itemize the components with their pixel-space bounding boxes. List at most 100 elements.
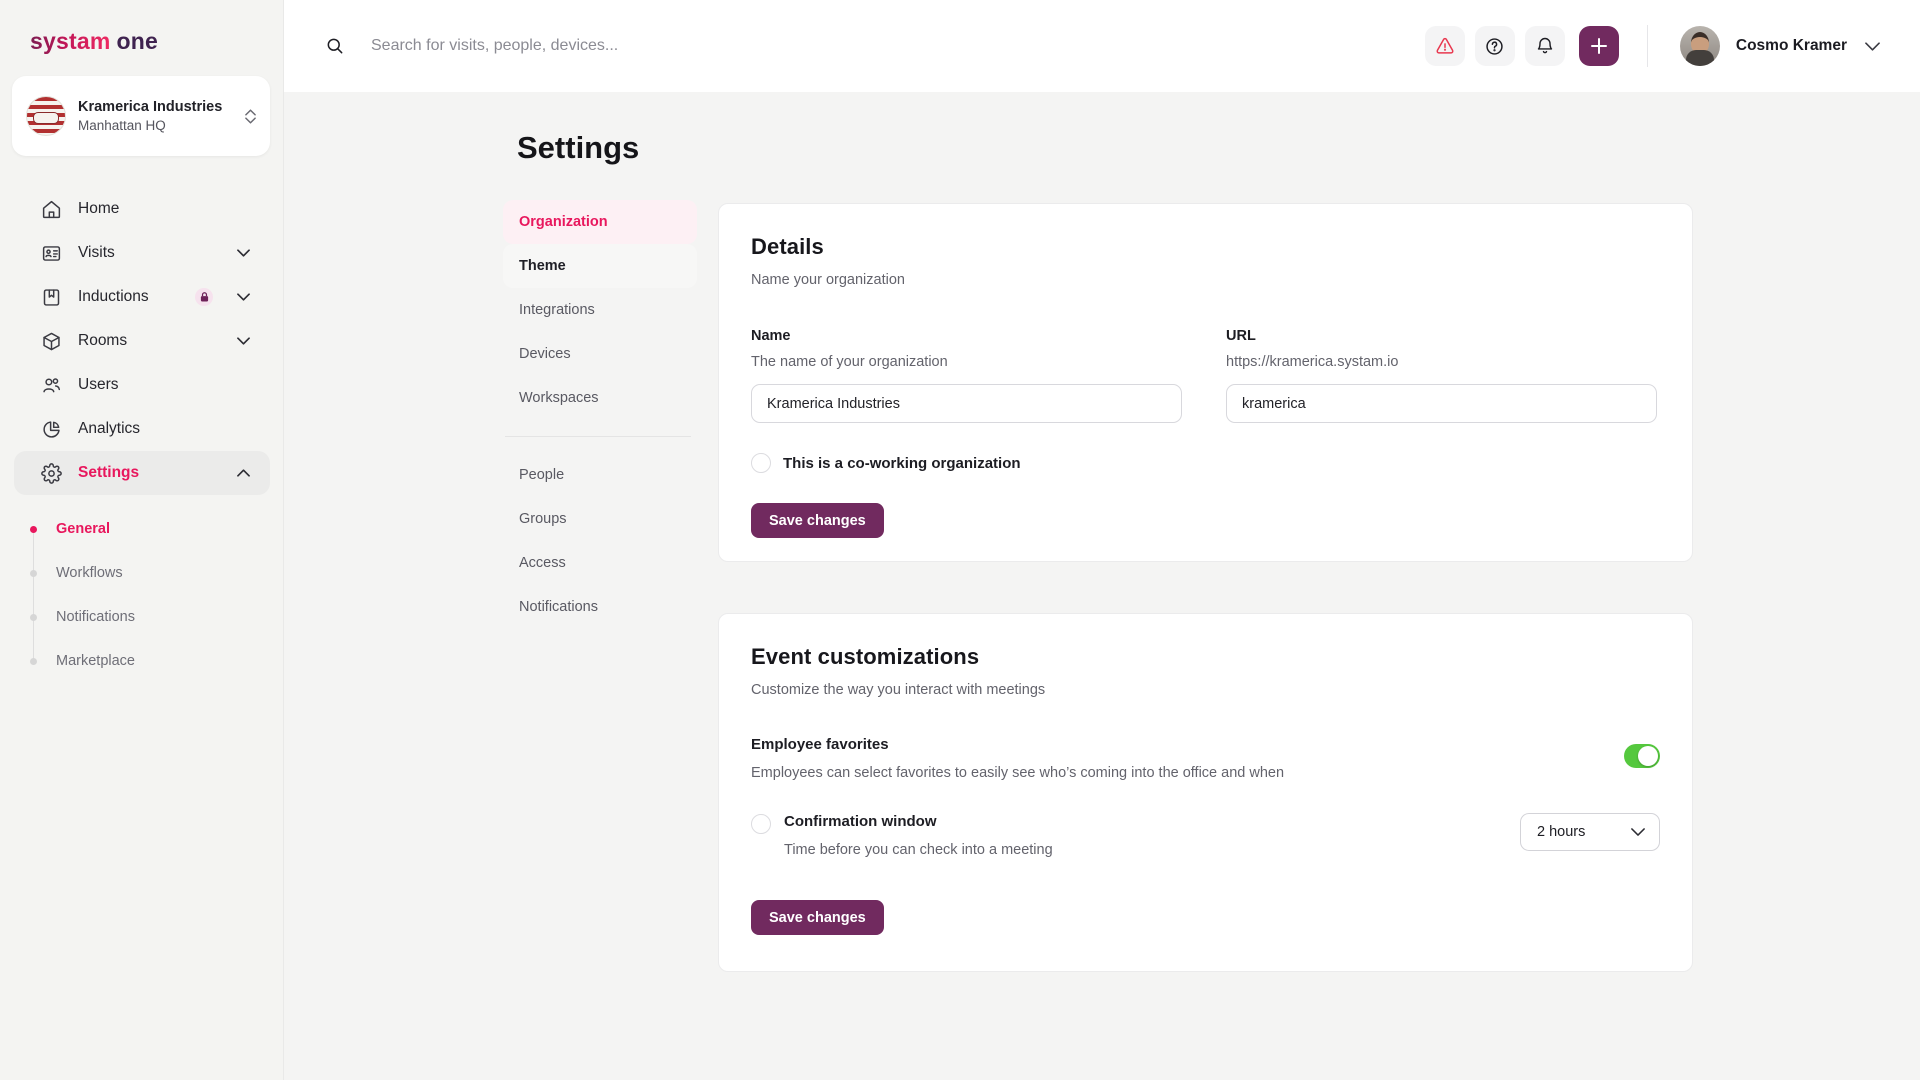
sidebar-item-rooms[interactable]: Rooms	[14, 319, 270, 363]
settings-tab-theme[interactable]: Theme	[503, 244, 697, 288]
visits-icon	[40, 242, 62, 264]
confirmation-window-text: Confirmation window Time before you can …	[784, 813, 1053, 858]
alerts-button[interactable]	[1425, 26, 1465, 66]
settings-tab-people[interactable]: People	[503, 453, 697, 497]
settings-tab-label: Theme	[519, 258, 566, 274]
sidebar-subitem-notifications[interactable]: Notifications	[0, 595, 284, 639]
sidebar-nav: Home Visits Inductions	[0, 187, 284, 495]
confirmation-window-row: Confirmation window Time before you can …	[751, 813, 1660, 858]
chevron-up-icon	[237, 469, 250, 477]
sidebar-item-label: Settings	[78, 464, 221, 482]
confirmation-window-help: Time before you can check into a meeting	[784, 842, 1053, 858]
main-content: Settings Organization Theme Integrations…	[284, 92, 1920, 1080]
sidebar-item-label: Home	[78, 200, 250, 218]
sidebar-item-settings[interactable]: Settings	[14, 451, 270, 495]
chevron-down-icon	[237, 293, 250, 301]
org-url-label: URL	[1226, 328, 1657, 344]
sidebar-item-analytics[interactable]: Analytics	[14, 407, 270, 451]
plus-icon	[1590, 37, 1608, 55]
settings-tab-label: Workspaces	[519, 390, 599, 406]
sidebar-subitem-marketplace[interactable]: Marketplace	[0, 639, 284, 683]
chevron-down-icon	[1865, 42, 1880, 51]
bullet-icon	[30, 526, 37, 533]
topbar-divider	[1647, 25, 1648, 67]
bullet-icon	[30, 570, 37, 577]
user-name: Cosmo Kramer	[1736, 37, 1847, 55]
sidebar-subitem-general[interactable]: General	[0, 507, 284, 551]
confirmation-window-select[interactable]: 2 hours	[1520, 813, 1660, 851]
details-save-button[interactable]: Save changes	[751, 503, 884, 538]
sidebar-subitem-label: Workflows	[56, 565, 123, 581]
confirmation-window-checkbox[interactable]	[751, 814, 771, 834]
search-icon	[325, 36, 345, 56]
sidebar-subitem-workflows[interactable]: Workflows	[0, 551, 284, 595]
sidebar-subitem-label: General	[56, 521, 110, 537]
settings-tab-organization[interactable]: Organization	[503, 200, 697, 244]
settings-tab-notifications[interactable]: Notifications	[503, 585, 697, 629]
chevron-down-icon	[1631, 828, 1645, 836]
app-window: systamone Kramerica Industries Manhattan…	[0, 0, 1920, 1080]
sidebar-item-label: Analytics	[78, 420, 250, 438]
organization-name: Kramerica Industries	[78, 99, 233, 115]
brand-logo-systam: systam	[30, 28, 110, 54]
settings-nav: Organization Theme Integrations Devices …	[503, 200, 697, 629]
sidebar-item-label: Users	[78, 376, 250, 394]
settings-tab-label: Devices	[519, 346, 571, 362]
org-name-label: Name	[751, 328, 1182, 344]
coworking-checkbox[interactable]	[751, 453, 771, 473]
inductions-icon	[40, 286, 62, 308]
sidebar: systamone Kramerica Industries Manhattan…	[0, 0, 284, 1080]
sidebar-item-visits[interactable]: Visits	[14, 231, 270, 275]
help-button[interactable]	[1475, 26, 1515, 66]
brand-logo-one: one	[116, 28, 158, 54]
settings-tab-integrations[interactable]: Integrations	[503, 288, 697, 332]
employee-favorites-toggle[interactable]	[1624, 744, 1660, 768]
question-circle-icon	[1484, 36, 1505, 57]
organization-switcher[interactable]: Kramerica Industries Manhattan HQ	[12, 76, 270, 156]
sidebar-item-home[interactable]: Home	[14, 187, 270, 231]
sidebar-item-label: Inductions	[78, 288, 179, 306]
event-card-title: Event customizations	[751, 644, 1660, 670]
topbar-actions: Cosmo Kramer	[1425, 25, 1880, 67]
lock-icon	[195, 288, 213, 306]
org-name-input[interactable]	[751, 384, 1182, 423]
avatar	[1680, 26, 1720, 66]
settings-tab-devices[interactable]: Devices	[503, 332, 697, 376]
org-url-input[interactable]	[1226, 384, 1657, 423]
organization-logo	[26, 96, 66, 136]
home-icon	[40, 198, 62, 220]
sidebar-item-label: Rooms	[78, 332, 221, 350]
details-card-subtitle: Name your organization	[751, 272, 1660, 288]
warning-triangle-icon	[1435, 36, 1455, 56]
org-switcher-updown-icon	[245, 109, 256, 124]
settings-tab-label: Access	[519, 555, 566, 571]
employee-favorites-help: Employees can select favorites to easily…	[751, 765, 1284, 781]
settings-tab-groups[interactable]: Groups	[503, 497, 697, 541]
notifications-button[interactable]	[1525, 26, 1565, 66]
sidebar-item-inductions[interactable]: Inductions	[14, 275, 270, 319]
settings-nav-divider	[505, 436, 691, 437]
event-customizations-card: Event customizations Customize the way y…	[718, 613, 1693, 972]
employee-favorites-row: Employee favorites Employees can select …	[751, 736, 1660, 781]
settings-tab-access[interactable]: Access	[503, 541, 697, 585]
employee-favorites-text: Employee favorites Employees can select …	[751, 736, 1284, 781]
user-menu[interactable]: Cosmo Kramer	[1680, 26, 1880, 66]
organization-location: Manhattan HQ	[78, 118, 233, 133]
chevron-down-icon	[237, 249, 250, 257]
search-input[interactable]	[371, 37, 971, 55]
users-icon	[40, 374, 62, 396]
bullet-icon	[30, 658, 37, 665]
topbar: Cosmo Kramer	[284, 0, 1920, 92]
create-new-button[interactable]	[1579, 26, 1619, 66]
settings-tab-label: Organization	[519, 214, 608, 230]
chevron-down-icon	[237, 337, 250, 345]
brand-logo: systamone	[30, 28, 158, 55]
sidebar-subitem-label: Notifications	[56, 609, 135, 625]
confirmation-window-left: Confirmation window Time before you can …	[751, 813, 1053, 858]
event-save-button[interactable]: Save changes	[751, 900, 884, 935]
sidebar-item-users[interactable]: Users	[14, 363, 270, 407]
employee-favorites-label: Employee favorites	[751, 736, 1284, 753]
org-name-help: The name of your organization	[751, 354, 1182, 370]
sidebar-subitem-label: Marketplace	[56, 653, 135, 669]
settings-tab-workspaces[interactable]: Workspaces	[503, 376, 697, 420]
